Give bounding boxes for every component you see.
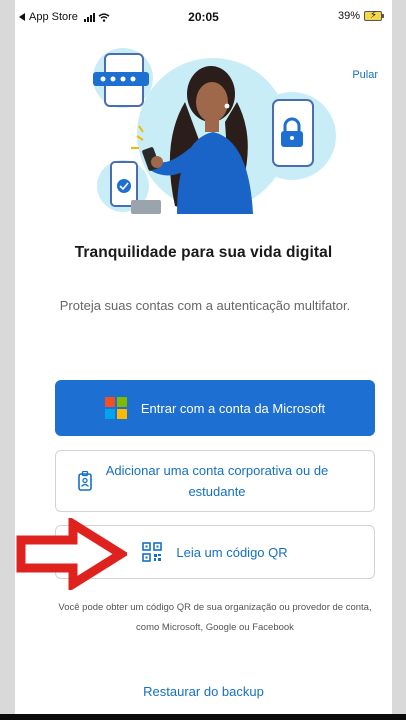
qr-hint-text: Você pode obter um código QR de sua orga… [58, 602, 372, 633]
scan-qr-label: Leia um código QR [176, 544, 288, 560]
phone-screen: App Store 20:05 39% ⚡ Pular Tranquilidad… [15, 0, 392, 714]
microsoft-signin-label: Entrar com a conta da Microsoft [140, 400, 326, 416]
page-title: Tranquilidade para sua vida digital [74, 244, 333, 261]
restore-backup-link[interactable]: Restaurar do backup [15, 684, 392, 699]
add-work-account-button[interactable]: Adicionar uma conta corporativa ou de es… [55, 450, 375, 512]
microsoft-signin-button[interactable]: Entrar com a conta da Microsoft [55, 380, 375, 436]
page-subtitle: Proteja suas contas com a autenticação m… [59, 298, 351, 313]
laptop-icon [131, 200, 161, 214]
status-time: 20:05 [188, 10, 219, 24]
microsoft-logo-icon [104, 397, 127, 419]
qr-code-icon [142, 542, 163, 562]
battery-icon: ⚡ [364, 10, 384, 21]
red-arrow-annotation [16, 518, 127, 590]
bottom-edge [0, 714, 406, 720]
status-bar: App Store 20:05 39% ⚡ [15, 0, 392, 34]
status-right: 39% ⚡ [337, 10, 384, 22]
battery-percent: 39% [337, 10, 360, 22]
add-work-account-label: Adicionar uma conta corporativa ou de es… [105, 463, 329, 499]
onboarding-illustration [93, 48, 336, 214]
id-badge-icon [78, 471, 92, 491]
